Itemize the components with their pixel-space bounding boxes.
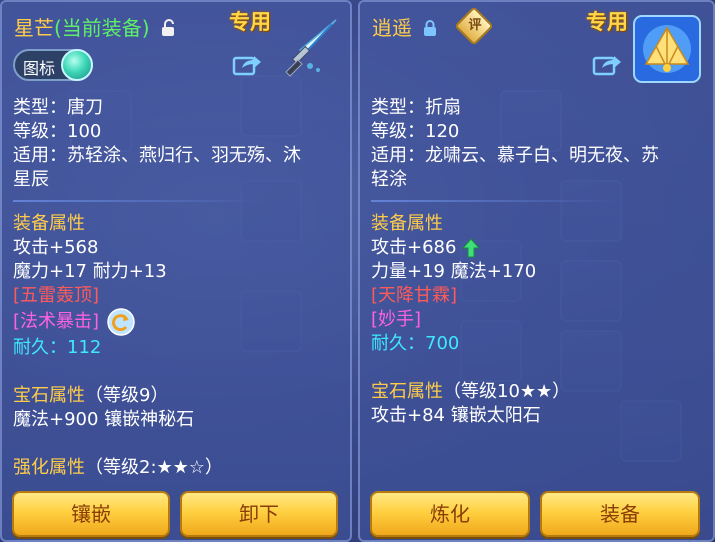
durability-value: 700: [425, 333, 460, 354]
item-details: 类型：唐刀 等级：100 适用：苏轻涂、燕归行、羽无殇、沐 星辰 装备属性 攻击…: [13, 96, 301, 480]
unlock-icon[interactable]: [160, 18, 176, 42]
gem-level: （等级9）: [85, 385, 169, 406]
skill-spell-crit-label: [法术暴击]: [13, 311, 100, 332]
attack-value: 攻击+686: [371, 237, 457, 258]
item-name: 逍遥: [372, 16, 412, 40]
divider: [371, 200, 621, 202]
unequip-button[interactable]: 卸下: [180, 491, 338, 537]
item-name: 星芒: [14, 16, 54, 40]
usable-by-line2: 轻涂: [371, 169, 407, 190]
enhance-attributes: 强化属性（等级2:★★☆）: [13, 456, 301, 480]
enhance-attributes-header: 强化属性: [13, 457, 85, 478]
gem-attributes: 宝石属性（等级9）: [13, 384, 301, 408]
durability-value: 112: [67, 337, 102, 358]
share-icon[interactable]: [592, 52, 622, 76]
item-title: 星芒(当前装备): [14, 12, 176, 42]
durability-label: 耐久：: [371, 333, 425, 354]
inlay-button[interactable]: 镶嵌: [12, 491, 170, 537]
item-title: 逍遥: [372, 12, 438, 42]
icon-toggle[interactable]: 图标: [13, 49, 93, 81]
usable-by-line1: 适用：苏轻涂、燕归行、羽无殇、沐: [13, 145, 301, 166]
gem-level: （等级10★★）: [443, 381, 571, 402]
usable-by-line1: 适用：龙啸云、慕子白、明无夜、苏: [371, 145, 659, 166]
strength-magic-stat: 力量+19 魔法+170: [371, 261, 537, 282]
equip-button[interactable]: 装备: [540, 491, 700, 537]
refine-button[interactable]: 炼化: [370, 491, 530, 537]
gem-attributes-header: 宝石属性: [13, 385, 85, 406]
skill-spell-crit: [法术暴击]: [13, 308, 301, 336]
blade-weapon-icon: [285, 19, 337, 77]
equipment-attributes-header: 装备属性: [13, 213, 85, 234]
exclusive-label: 专用: [586, 10, 628, 34]
skill-deft-hand: [妙手]: [371, 309, 422, 330]
item-type: 类型：折扇: [371, 97, 461, 118]
compare-equipment-panel: 逍遥 评 专用 类型：折扇 等级：120 适用：龙啸云、慕子白、明无夜、苏 轻涂…: [358, 0, 715, 542]
refresh-icon[interactable]: [107, 308, 135, 336]
gem-attributes: 宝石属性（等级10★★）: [371, 380, 659, 404]
durability-label: 耐久：: [13, 337, 67, 358]
folding-fan-weapon-icon: [633, 15, 701, 83]
attack-stat: 攻击+686: [371, 236, 659, 260]
attack-stat: 攻击+568: [13, 237, 99, 258]
usable-by-line2: 星辰: [13, 169, 49, 190]
equipment-attributes-header: 装备属性: [371, 213, 443, 234]
equipment-compare-screen: 星芒(当前装备) 专用 图标 类型：唐刀 等级：100 适用：苏轻涂、燕归行、羽…: [0, 0, 715, 542]
item-type: 类型：唐刀: [13, 97, 103, 118]
divider: [13, 200, 263, 202]
toggle-knob: [61, 49, 93, 81]
item-details: 类型：折扇 等级：120 适用：龙啸云、慕子白、明无夜、苏 轻涂 装备属性 攻击…: [371, 96, 659, 428]
equipped-status: (当前装备): [54, 16, 150, 40]
rating-label: 评: [468, 18, 482, 33]
skill-heavenly-rain: [天降甘霖]: [371, 285, 458, 306]
icon-toggle-label: 图标: [23, 59, 56, 78]
item-level: 等级：120: [371, 121, 460, 142]
current-equipment-panel: 星芒(当前装备) 专用 图标 类型：唐刀 等级：100 适用：苏轻涂、燕归行、羽…: [0, 0, 352, 542]
skill-five-thunder: [五雷轰顶]: [13, 285, 100, 306]
gem-effect: 攻击+84 镶嵌太阳石: [371, 405, 541, 426]
magic-stamina-stat: 魔力+17 耐力+13: [13, 261, 167, 282]
arrow-up-icon: [462, 238, 481, 258]
exclusive-label: 专用: [229, 10, 271, 34]
enhance-level: （等级2:★★☆）: [85, 457, 223, 478]
gem-effect: 魔法+900 镶嵌神秘石: [13, 409, 195, 430]
lock-icon[interactable]: [422, 18, 438, 42]
durability: 耐久：700: [371, 332, 659, 356]
item-level: 等级：100: [13, 121, 102, 142]
durability: 耐久：112: [13, 336, 301, 360]
gem-attributes-header: 宝石属性: [371, 381, 443, 402]
share-icon[interactable]: [232, 52, 262, 76]
